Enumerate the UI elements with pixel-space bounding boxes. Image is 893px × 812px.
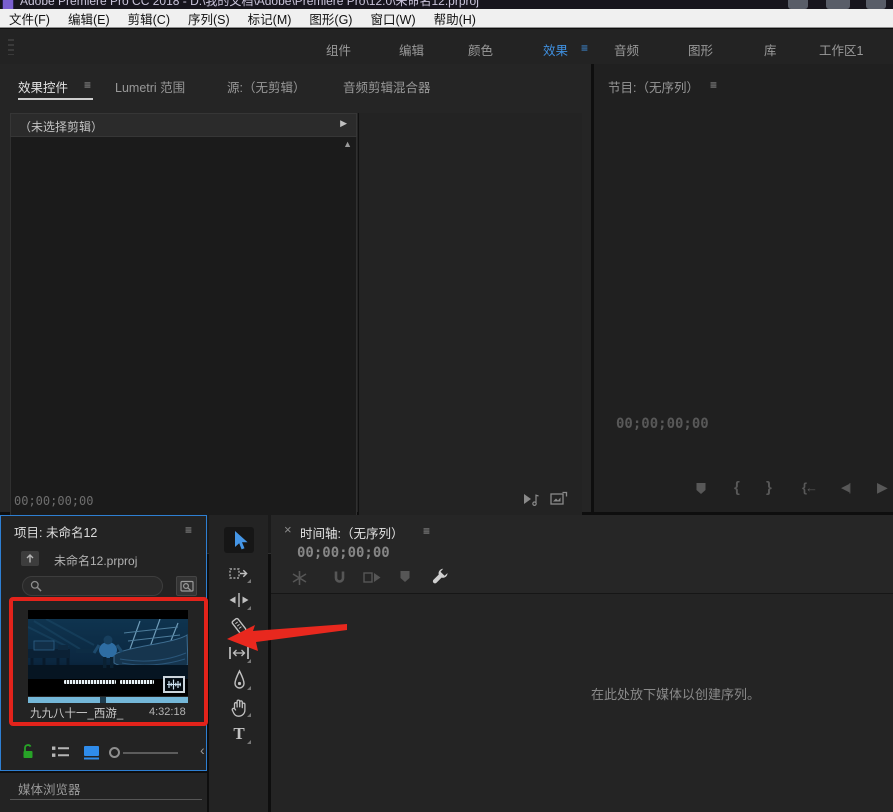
menu-bar: 文件(F) 编辑(E) 剪辑(C) 序列(S) 标记(M) 图形(G) 窗口(W… — [0, 9, 893, 28]
timeline-drop-zone[interactable]: 在此处放下媒体以创建序列。 — [271, 593, 893, 812]
premiere-app-window: Adobe Premiere Pro CC 2018 - D:\我的文档\Ado… — [0, 0, 893, 812]
effect-controls-timeline-area — [358, 113, 582, 554]
linked-selection-icon[interactable] — [363, 570, 382, 585]
type-icon[interactable]: T — [224, 721, 254, 747]
step-back-icon[interactable]: ◀| — [841, 481, 850, 494]
snap-icon[interactable] — [331, 570, 348, 586]
insert-overwrite-icon[interactable] — [291, 570, 308, 586]
menu-sequence[interactable]: 序列(S) — [179, 9, 239, 28]
add-marker-icon[interactable] — [695, 482, 707, 495]
media-browser-panel: 媒体浏览器 — [0, 773, 207, 812]
menu-graphics[interactable]: 图形(G) — [300, 9, 361, 28]
workspace-tab-effects[interactable]: 效果 — [543, 40, 568, 59]
annotation-red-box — [9, 597, 208, 726]
timeline-panel: × 时间轴:（无序列） ≡ 00;00;00;00 在此处放下媒体以创建序列。 — [271, 515, 893, 812]
scroll-up-icon[interactable]: ▲ — [343, 139, 352, 149]
workspace-tab-audio[interactable]: 音频 — [614, 40, 639, 59]
window-button-sliver — [866, 0, 886, 9]
active-tab-underline — [18, 98, 93, 100]
program-timecode[interactable]: 00;00;00;00 — [616, 416, 709, 432]
tool-flyout-indicator — [247, 713, 251, 717]
settings-wrench-icon[interactable] — [431, 567, 450, 586]
workspace-menu-icon[interactable]: ≡ — [581, 41, 587, 55]
timeline-panel-menu-icon[interactable]: ≡ — [423, 524, 429, 538]
menu-clip[interactable]: 剪辑(C) — [119, 9, 179, 28]
type-tool-glyph: T — [233, 724, 244, 744]
program-panel-menu-icon[interactable]: ≡ — [710, 78, 716, 92]
workspace-tab-editing[interactable]: 编辑 — [399, 40, 424, 59]
tool-flyout-indicator — [247, 579, 251, 583]
annotation-arrow — [210, 610, 360, 660]
icon-view-icon[interactable] — [83, 745, 100, 760]
add-marker-icon[interactable] — [399, 570, 411, 583]
program-transport-controls: { } {← ◀| ▶ — [594, 479, 893, 503]
workspace-tab-assembly[interactable]: 组件 — [326, 40, 351, 59]
clip-selector-arrow-icon[interactable]: ▶ — [340, 118, 347, 129]
workspace-tab-color[interactable]: 颜色 — [468, 40, 493, 59]
workspace-tab-workspace1[interactable]: 工作区1 — [819, 40, 863, 59]
mark-in-icon[interactable]: { — [734, 479, 740, 496]
project-writable-icon[interactable] — [21, 743, 35, 759]
menu-help[interactable]: 帮助(H) — [425, 9, 485, 28]
effect-controls-list-area: ▲ — [10, 137, 357, 554]
play-audio-icon[interactable] — [522, 492, 540, 506]
program-monitor-panel: 节目:（无序列） ≡ 00;00;00;00 { } {← ◀| ▶ — [594, 64, 893, 512]
close-icon[interactable]: × — [284, 522, 292, 537]
menu-file[interactable]: 文件(F) — [0, 9, 59, 28]
go-to-in-icon[interactable]: {← — [802, 480, 816, 495]
export-frame-icon[interactable] — [550, 491, 568, 506]
tab-source-monitor[interactable]: 源:（无剪辑） — [227, 77, 305, 96]
panel-grip — [8, 39, 14, 55]
search-input[interactable] — [47, 579, 151, 593]
menu-edit[interactable]: 编辑(E) — [59, 9, 119, 28]
window-button-sliver — [788, 0, 808, 9]
timeline-drop-hint: 在此处放下媒体以创建序列。 — [591, 684, 760, 703]
menu-window[interactable]: 窗口(W) — [361, 9, 424, 28]
clip-selector-label: （未选择剪辑） — [19, 118, 103, 135]
search-bin-icon[interactable] — [176, 576, 197, 596]
effect-controls-timecode[interactable]: 00;00;00;00 — [14, 494, 93, 508]
effect-controls-panel-group: 效果控件 ≡ Lumetri 范围 源:（无剪辑） 音频剪辑混合器 （未选择剪辑… — [0, 64, 591, 512]
zoom-slider-knob[interactable] — [109, 747, 120, 758]
project-panel-title[interactable]: 项目: 未命名12 — [14, 522, 97, 541]
effect-controls-panel-menu-icon[interactable]: ≡ — [84, 78, 90, 92]
project-file-name[interactable]: 未命名12.prproj — [54, 552, 137, 569]
search-icon — [30, 580, 42, 592]
pen-icon[interactable] — [224, 667, 254, 693]
track-select-forward-icon[interactable] — [224, 560, 254, 586]
media-browser-underline — [10, 799, 202, 800]
tools-panel: T — [209, 515, 268, 812]
tab-timeline[interactable]: 时间轴:（无序列） — [300, 523, 403, 542]
mark-out-icon[interactable]: } — [766, 479, 772, 496]
overflow-chevron-icon[interactable]: ‹ — [200, 742, 205, 758]
project-root-folder-icon[interactable] — [21, 551, 39, 566]
hand-icon[interactable] — [224, 694, 254, 720]
project-search-box[interactable] — [22, 576, 163, 596]
list-view-icon[interactable] — [51, 745, 70, 759]
tool-flyout-indicator — [247, 740, 251, 744]
timeline-timecode[interactable]: 00;00;00;00 — [297, 545, 390, 561]
workspace-tab-libraries[interactable]: 库 — [764, 40, 777, 59]
selection-tool-icon[interactable] — [224, 527, 254, 553]
tab-lumetri-scopes[interactable]: Lumetri 范围 — [115, 77, 185, 96]
tab-effect-controls[interactable]: 效果控件 — [18, 77, 68, 96]
tab-audio-clip-mixer[interactable]: 音频剪辑混合器 — [343, 77, 431, 96]
tool-flyout-indicator — [247, 686, 251, 690]
menu-markers[interactable]: 标记(M) — [239, 9, 301, 28]
tab-media-browser[interactable]: 媒体浏览器 — [18, 779, 81, 798]
workspace-bar: 组件 编辑 颜色 效果 ≡ 音频 图形 库 工作区1 — [0, 29, 893, 64]
play-icon[interactable]: ▶ — [877, 479, 888, 496]
workspace-tab-graphics[interactable]: 图形 — [688, 40, 713, 59]
clip-selector-header[interactable]: （未选择剪辑） ▶ — [10, 113, 357, 137]
project-panel-menu-icon[interactable]: ≡ — [185, 523, 191, 537]
window-button-sliver — [826, 0, 850, 9]
tab-program-monitor[interactable]: 节目:（无序列） — [608, 77, 699, 96]
zoom-slider-track[interactable] — [123, 752, 178, 754]
